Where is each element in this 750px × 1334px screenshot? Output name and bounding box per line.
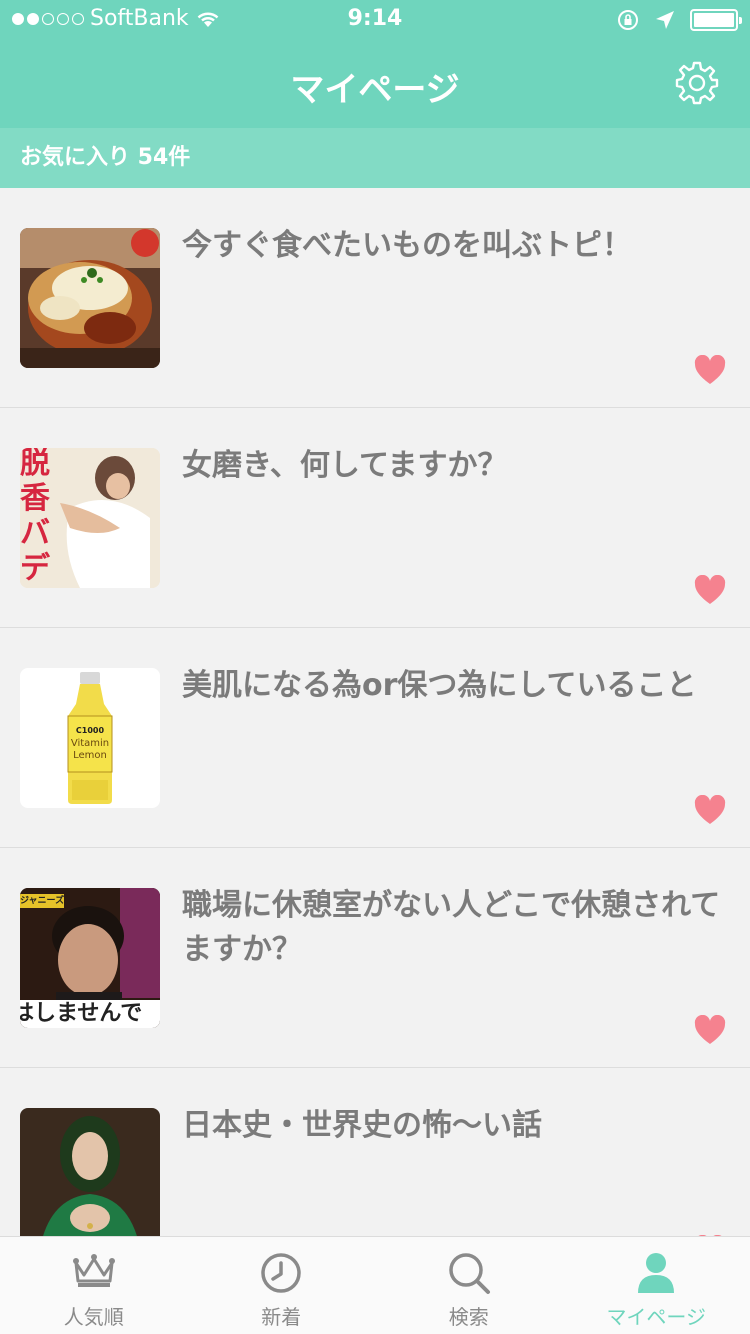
bottle-label: Vitamin Lemon (70, 738, 110, 761)
gear-icon[interactable] (674, 60, 720, 106)
tab-search[interactable]: 検索 (375, 1237, 563, 1334)
item-title[interactable]: 今すぐ食べたいものを叫ぶトピ！ (182, 224, 730, 268)
clock-icon (261, 1253, 301, 1293)
food-thumbnail (20, 228, 160, 368)
history-thumbnail (20, 1108, 160, 1236)
tab-popular[interactable]: 人気順 (0, 1237, 188, 1334)
heart-icon[interactable] (694, 795, 726, 825)
list-item[interactable]: C1000 Vitamin Lemon 美肌になる為or保つ為にしていること (0, 628, 750, 848)
tab-label: 新着 (261, 1305, 302, 1329)
favorites-count-bar: お気に入り 54件 (0, 128, 750, 188)
item-title[interactable]: 職場に休憩室がない人どこで休憩されてますか？ (182, 884, 730, 972)
battery-icon (690, 9, 742, 31)
favorites-list: 今すぐ食べたいものを叫ぶトピ！ 脱 香 バ デ ィ 女磨き、何してますか？ (0, 188, 750, 1236)
tv-tag: ジャニーズ (20, 894, 64, 908)
list-item[interactable]: 日本史・世界史の怖〜い話 (0, 1068, 750, 1236)
heart-icon[interactable] (694, 1015, 726, 1045)
tab-mypage[interactable]: マイページ (563, 1237, 750, 1334)
tab-label: マイページ (606, 1305, 707, 1329)
location-arrow-icon (656, 11, 674, 29)
status-bar: SoftBank 9:14 (0, 0, 750, 40)
tv-show-thumbnail: ジャニーズ はしませんで (20, 888, 160, 1028)
tv-caption: はしませんで (20, 1001, 143, 1026)
item-title[interactable]: 日本史・世界史の怖〜い話 (182, 1104, 730, 1148)
nav-bar: マイページ (0, 40, 750, 128)
tab-bar: 人気順 新着 検索 マイページ (0, 1236, 750, 1334)
magazine-title: 脱 香 バ デ ィ (20, 448, 50, 588)
bottle-brand: C1000 (75, 726, 105, 735)
search-icon (449, 1253, 490, 1294)
rotation-lock-icon (618, 10, 638, 30)
list-item[interactable]: 脱 香 バ デ ィ 女磨き、何してますか？ (0, 408, 750, 628)
status-right (616, 8, 742, 32)
tab-label: 検索 (448, 1305, 489, 1329)
item-title[interactable]: 女磨き、何してますか？ (182, 444, 730, 488)
list-item[interactable]: ジャニーズ はしませんで 職場に休憩室がない人どこで休憩されてますか？ (0, 848, 750, 1068)
magazine-thumbnail: 脱 香 バ デ ィ (20, 448, 160, 588)
heart-icon[interactable] (694, 575, 726, 605)
lemon-drink-thumbnail: C1000 Vitamin Lemon (20, 668, 160, 808)
item-title[interactable]: 美肌になる為or保つ為にしていること (182, 664, 730, 708)
heart-icon[interactable] (694, 355, 726, 385)
page-title: マイページ (290, 70, 460, 110)
crown-icon (72, 1254, 115, 1287)
tab-new[interactable]: 新着 (188, 1237, 376, 1334)
list-item[interactable]: 今すぐ食べたいものを叫ぶトピ！ (0, 188, 750, 408)
tab-label: 人気順 (63, 1305, 124, 1329)
person-icon (638, 1253, 675, 1293)
